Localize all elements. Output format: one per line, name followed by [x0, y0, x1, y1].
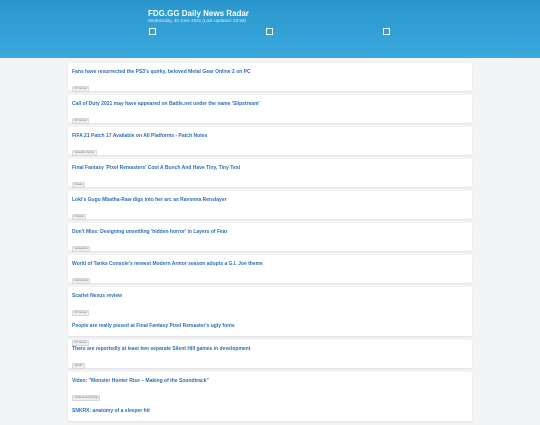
- news-feed: Fans have resurrected the PS3's quirky, …: [68, 63, 472, 425]
- news-item[interactable]: SNKRX: anatomy of a sleeper hit: [72, 408, 468, 415]
- news-title-link[interactable]: There are reportedly at least two separa…: [72, 346, 468, 353]
- site-subtitle: Wednesday, 30 June 2021 (Last Updated: 2…: [148, 18, 246, 23]
- news-title-link[interactable]: Fans have resurrected the PS3's quirky, …: [72, 69, 468, 76]
- source-tag: Nintendo Everything: [72, 394, 101, 401]
- source-tag: Kotaku: [72, 181, 86, 188]
- news-card[interactable]: There are reportedly at least two separa…: [68, 340, 472, 369]
- news-title-link[interactable]: Don't Miss: Designing unsettling 'hidden…: [72, 229, 468, 236]
- news-title-link[interactable]: Final Fantasy 'Pixel Remasters' Cost A B…: [72, 165, 468, 172]
- source-tag: Gamasutra: [72, 245, 90, 252]
- news-card-group: Scarlet Nexus review PC Gamer People are…: [68, 287, 472, 346]
- news-item[interactable]: Scarlet Nexus review PC Gamer: [72, 293, 468, 318]
- header-checkbox-3[interactable]: [383, 28, 390, 35]
- news-title-link[interactable]: People are really pissed at Final Fantas…: [72, 323, 468, 330]
- source-tag: PC Gamer: [72, 309, 90, 316]
- header-banner: FDG.GG Daily News Radar Wednesday, 30 Ju…: [0, 0, 540, 58]
- news-card[interactable]: Loki's Gugu Mbatha-Raw digs into her arc…: [68, 191, 472, 220]
- source-tag: PC Gamer: [72, 117, 90, 124]
- news-card[interactable]: Final Fantasy 'Pixel Remasters' Cost A B…: [68, 159, 472, 188]
- source-tag: Polygon: [72, 213, 87, 220]
- news-title-link[interactable]: SNKRX: anatomy of a sleeper hit: [72, 408, 468, 415]
- news-title-link[interactable]: Scarlet Nexus review: [72, 293, 468, 300]
- source-tag: Operation Sports: [72, 149, 97, 156]
- header-checkbox-2[interactable]: [266, 28, 273, 35]
- news-card[interactable]: FIFA 21 Patch 17 Available on All Platfo…: [68, 127, 472, 156]
- source-tag: VG247: [72, 362, 86, 369]
- source-tag: Destructoid: [72, 277, 91, 284]
- header-checkbox-1[interactable]: [149, 28, 156, 35]
- news-item[interactable]: Video: "Monster Hunter Rise – Making of …: [72, 378, 468, 403]
- news-card[interactable]: Don't Miss: Designing unsettling 'hidden…: [68, 223, 472, 252]
- news-card[interactable]: Fans have resurrected the PS3's quirky, …: [68, 63, 472, 92]
- news-card-group: Video: "Monster Hunter Rise – Making of …: [68, 372, 472, 421]
- news-title-link[interactable]: Video: "Monster Hunter Rise – Making of …: [72, 378, 468, 385]
- source-tag: PC Gamer: [72, 85, 90, 92]
- news-title-link[interactable]: FIFA 21 Patch 17 Available on All Platfo…: [72, 133, 468, 140]
- news-title-link[interactable]: World of Tanks Console's newest Modern A…: [72, 261, 468, 268]
- site-title: FDG.GG Daily News Radar: [148, 9, 249, 18]
- news-title-link[interactable]: Call of Duty 2021 may have appeared on B…: [72, 101, 468, 108]
- news-card[interactable]: Call of Duty 2021 may have appeared on B…: [68, 95, 472, 124]
- news-title-link[interactable]: Loki's Gugu Mbatha-Raw digs into her arc…: [72, 197, 468, 204]
- news-card[interactable]: World of Tanks Console's newest Modern A…: [68, 255, 472, 284]
